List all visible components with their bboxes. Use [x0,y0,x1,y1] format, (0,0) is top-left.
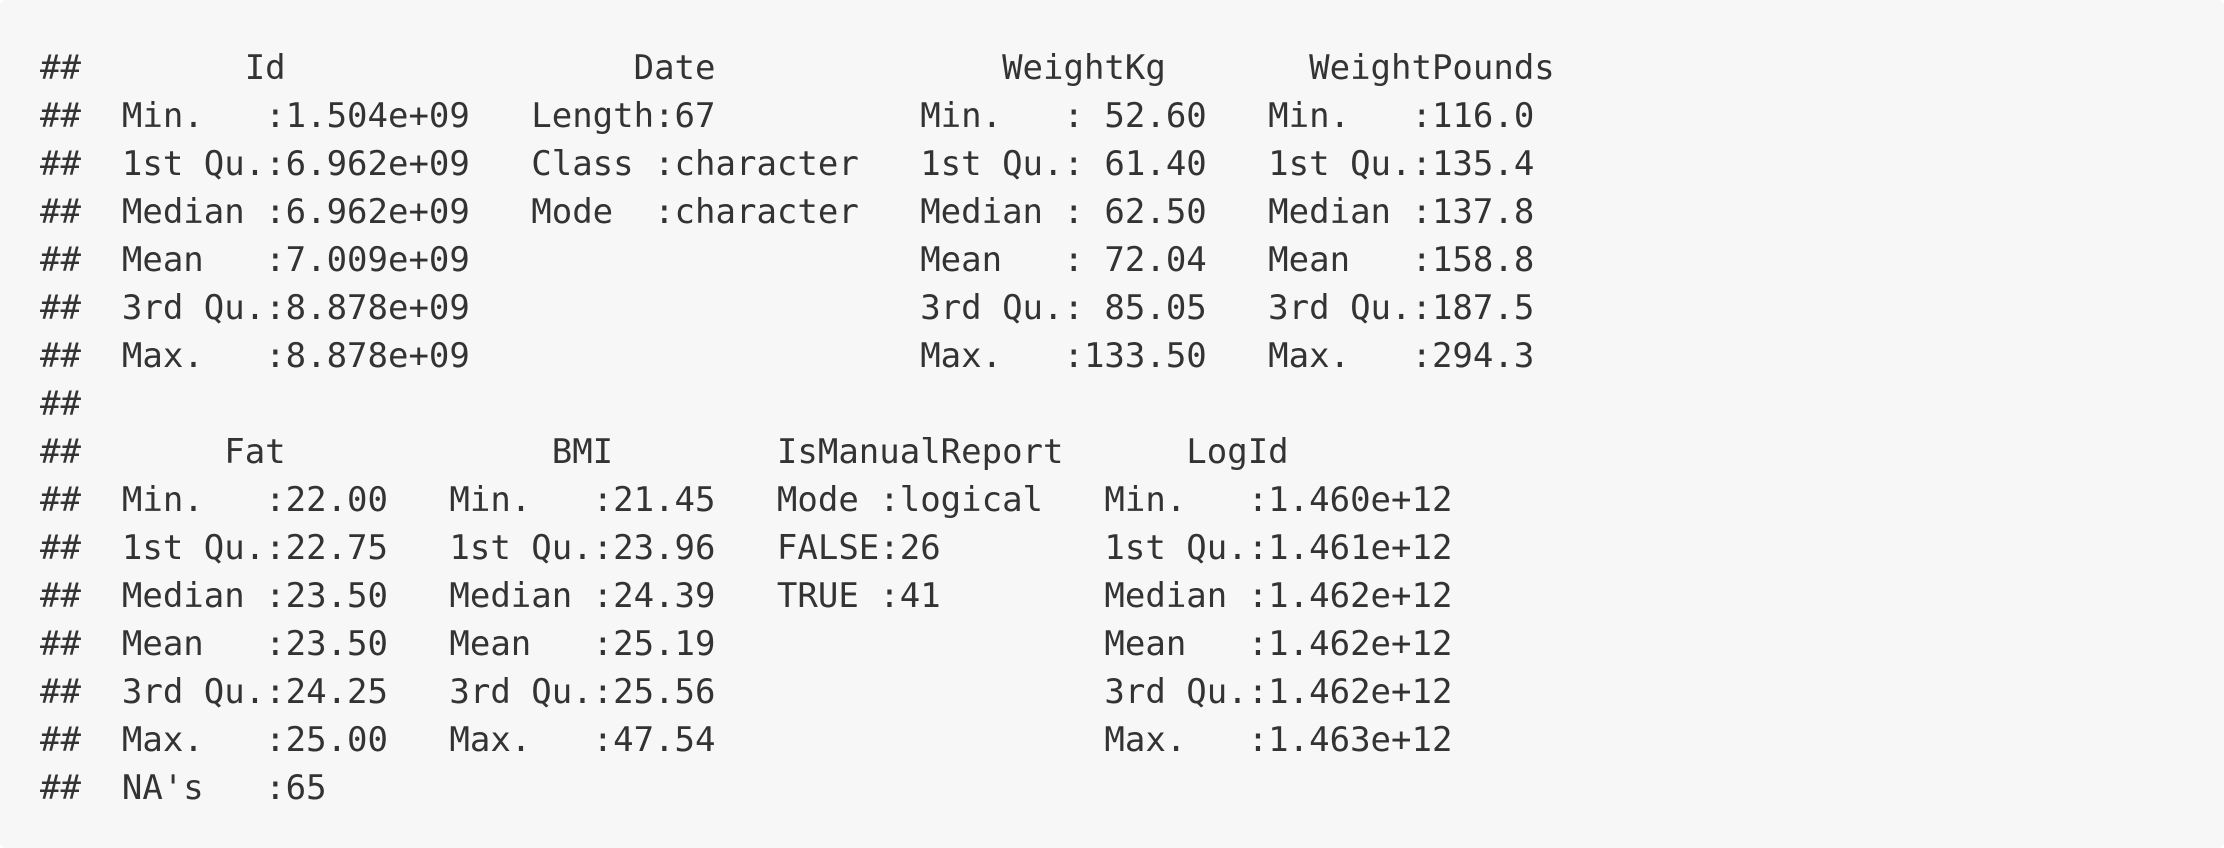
output-line-header-2: ## Fat BMI IsManualReport LogId [40,432,1535,472]
output-line-max-1: ## Max. :8.878e+09 Max. :133.50 Max. :29… [40,336,1576,376]
output-line-mean-2: ## Mean :23.50 Mean :25.19 Mean :1.462e+… [40,624,1494,664]
output-line-1st-qu-1: ## 1st Qu.:6.962e+09 Class :character 1s… [40,144,1576,184]
r-summary-output: ## Id Date WeightKg WeightPounds ## Min.… [0,0,2224,848]
output-line-median-1: ## Median :6.962e+09 Mode :character Med… [40,192,1576,232]
output-line-header-1: ## Id Date WeightKg WeightPounds [40,48,1555,88]
output-line-3rd-qu-1: ## 3rd Qu.:8.878e+09 3rd Qu.: 85.05 3rd … [40,288,1576,328]
output-line-min-2: ## Min. :22.00 Min. :21.45 Mode :logical… [40,480,1494,520]
output-line-na-count: ## NA's :65 [40,768,1494,808]
output-line-blank: ## [40,384,1576,424]
output-line-median-2: ## Median :23.50 Median :24.39 TRUE :41 … [40,576,1494,616]
output-line-max-2: ## Max. :25.00 Max. :47.54 Max. :1.463e+… [40,720,1494,760]
output-line-mean-1: ## Mean :7.009e+09 Mean : 72.04 Mean :15… [40,240,1576,280]
output-line-1st-qu-2: ## 1st Qu.:22.75 1st Qu.:23.96 FALSE:26 … [40,528,1494,568]
output-line-3rd-qu-2: ## 3rd Qu.:24.25 3rd Qu.:25.56 3rd Qu.:1… [40,672,1494,712]
output-line-min-1: ## Min. :1.504e+09 Length:67 Min. : 52.6… [40,96,1576,136]
